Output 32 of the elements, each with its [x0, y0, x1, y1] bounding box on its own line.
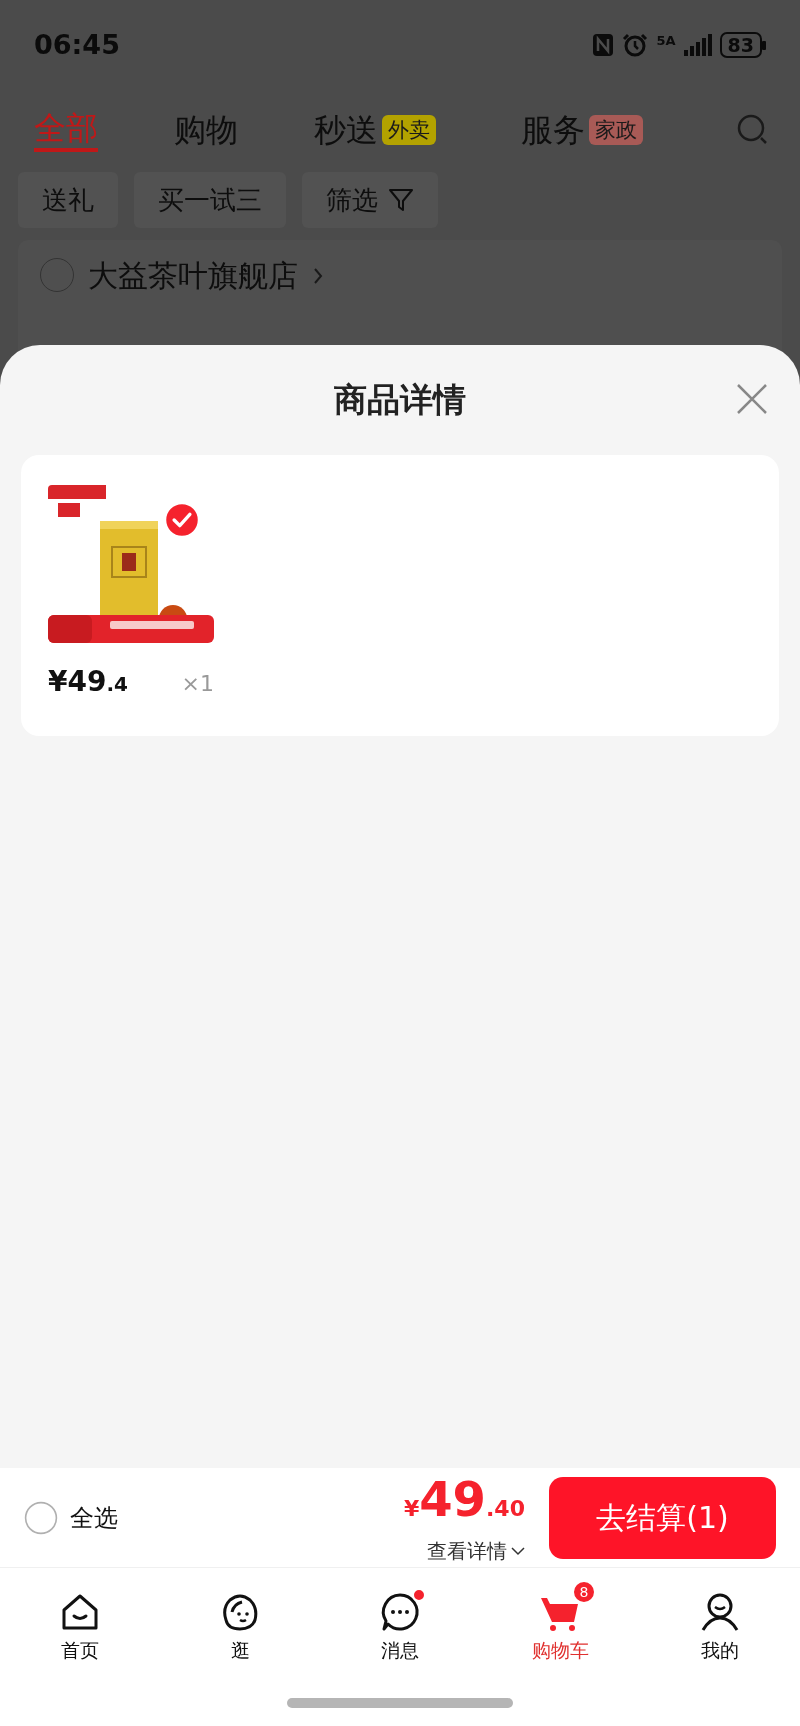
product-price: ¥49.4	[48, 664, 128, 700]
battery-level: 83	[719, 32, 762, 58]
filter-chip[interactable]: 买一试三	[134, 172, 286, 228]
category-tab[interactable]: 服务 家政	[521, 110, 711, 150]
cart-count-badge: 8	[572, 1579, 596, 1604]
tab-badge: 外卖	[382, 115, 436, 145]
details-link[interactable]: 查看详情	[427, 1537, 525, 1564]
signal-icon	[683, 34, 712, 56]
chevron-right-icon	[312, 266, 324, 286]
nav-tab[interactable]: 消息	[320, 1583, 480, 1665]
alarm-icon	[622, 33, 649, 57]
chevron-down-icon	[511, 1545, 525, 1556]
nav-tab[interactable]: 逛	[160, 1583, 320, 1665]
store-name[interactable]: 大益茶叶旗舰店	[88, 258, 298, 294]
funnel-icon	[388, 187, 414, 213]
select-all-checkbox[interactable]	[24, 1500, 58, 1535]
total-price: ¥49.40	[403, 1471, 525, 1529]
close-icon[interactable]	[736, 383, 768, 415]
checkout-button[interactable]: 去结算(1)	[549, 1476, 776, 1559]
product-quantity: ×1	[181, 670, 214, 698]
select-all-label[interactable]: 全选	[70, 1499, 118, 1536]
filter-chip[interactable]: 筛选	[302, 172, 438, 228]
battery-tip-icon	[762, 40, 766, 50]
tab-badge: 家政	[589, 115, 643, 145]
filter-chip[interactable]: 送礼	[18, 172, 118, 228]
nav-tab[interactable]: 首页	[0, 1583, 160, 1665]
nav-tab[interactable]: 我的	[640, 1583, 800, 1665]
status-time: 06:45	[34, 27, 120, 62]
category-tab[interactable]: 秒送 外卖	[314, 110, 521, 150]
sheet-title: 商品详情	[334, 379, 466, 422]
nfc-icon	[592, 33, 615, 57]
network-label: 5A	[656, 33, 676, 47]
